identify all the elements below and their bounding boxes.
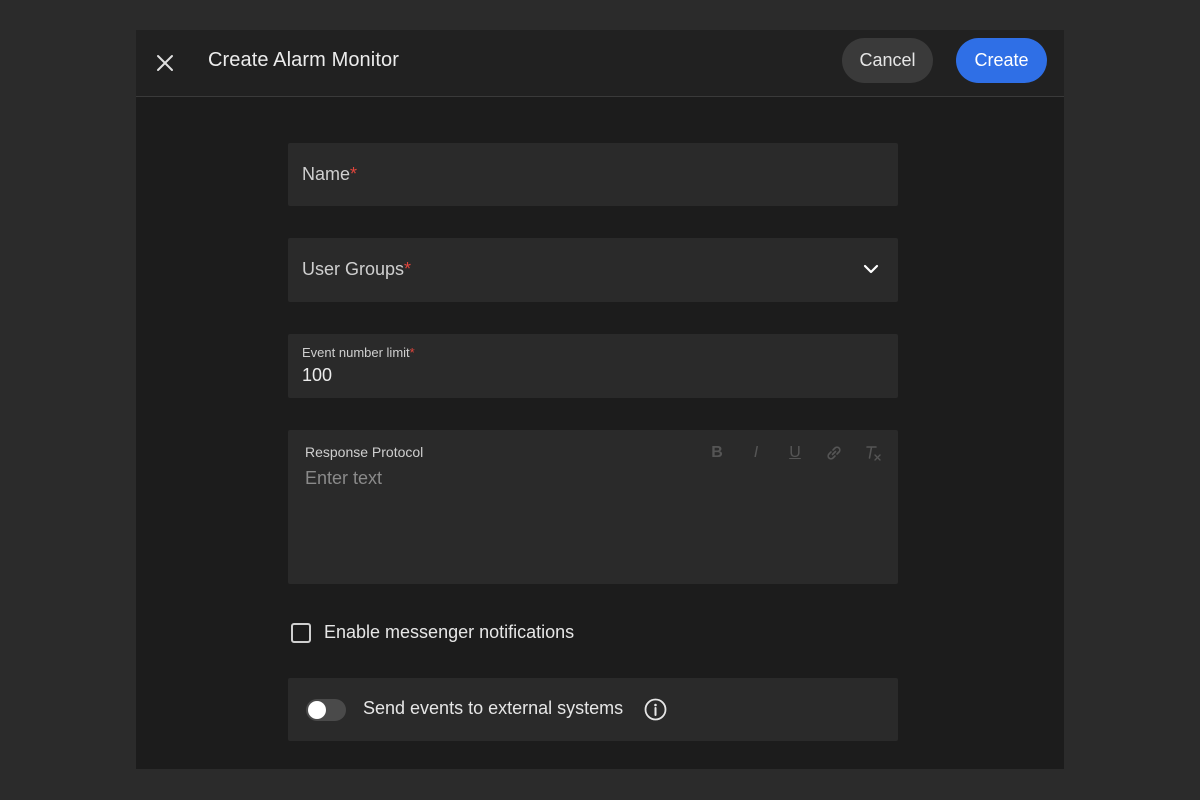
close-button[interactable] [148,46,182,80]
external-systems-toggle[interactable] [306,699,346,721]
name-label: Name* [302,164,358,184]
response-protocol-placeholder: Enter text [305,468,383,488]
required-mark: * [404,259,412,279]
create-alarm-monitor-dialog: Create Alarm Monitor Cancel Create Name*… [136,30,1064,769]
event-limit-label: Event number limit* [302,345,415,360]
bold-icon[interactable]: B [706,442,728,464]
response-protocol-editor[interactable]: Response Protocol Enter text B I U [288,430,898,584]
external-systems-label: Send events to external systems [363,698,624,718]
cancel-button[interactable]: Cancel [842,38,933,83]
external-systems-row: Send events to external systems [288,678,898,741]
dialog-header: Create Alarm Monitor Cancel Create [136,30,1064,97]
required-mark: * [409,345,415,360]
event-limit-field[interactable]: Event number limit* 100 [288,334,898,398]
name-field[interactable]: Name* [288,143,898,206]
messenger-notifications-option[interactable]: Enable messenger notifications [291,622,574,643]
required-mark: * [350,164,358,184]
messenger-notifications-label: Enable messenger notifications [324,622,575,642]
toggle-knob [308,701,326,719]
link-icon[interactable] [823,442,845,464]
messenger-notifications-checkbox[interactable] [291,622,311,643]
clear-format-icon[interactable] [862,442,884,464]
dialog-title: Create Alarm Monitor [208,49,399,71]
event-limit-value: 100 [302,365,333,385]
info-icon[interactable] [644,698,667,721]
user-groups-select[interactable]: User Groups* [288,238,898,302]
editor-toolbar: B I U [706,442,884,464]
italic-icon[interactable]: I [745,442,767,464]
chevron-down-icon[interactable] [862,262,880,276]
close-icon [157,55,173,71]
user-groups-label: User Groups* [302,259,412,279]
response-protocol-label: Response Protocol [305,444,424,460]
underline-icon[interactable]: U [784,442,806,464]
create-button[interactable]: Create [956,38,1047,83]
